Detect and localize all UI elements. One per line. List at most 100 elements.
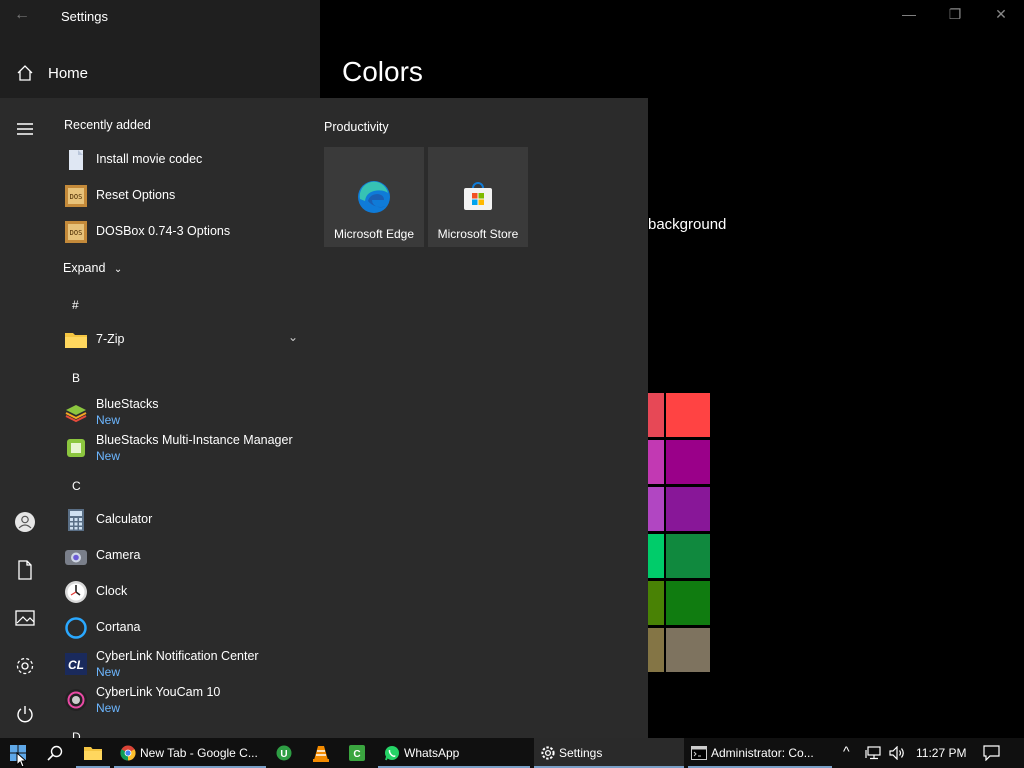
- list-item[interactable]: Cortana: [50, 610, 312, 646]
- list-item[interactable]: Camera: [50, 538, 312, 574]
- new-badge: New: [96, 449, 121, 463]
- restore-button[interactable]: ❐: [940, 6, 970, 26]
- folder-icon: [65, 333, 87, 348]
- pictures-icon[interactable]: [14, 607, 36, 629]
- app-list: Recently added Install movie codec DOS R…: [50, 98, 312, 738]
- color-swatch[interactable]: [666, 440, 710, 484]
- color-swatch[interactable]: [666, 534, 710, 578]
- taskbar-label: WhatsApp: [404, 746, 460, 760]
- file-explorer-button[interactable]: [76, 738, 110, 768]
- expand-label: Expand: [63, 261, 106, 275]
- settings-home-item[interactable]: Home: [0, 58, 320, 88]
- edge-icon: [358, 181, 390, 213]
- dosbox-icon: DOS: [65, 221, 87, 243]
- app-name: CyberLink YouCam 10: [96, 685, 221, 699]
- taskbar-camtasia[interactable]: C: [340, 738, 374, 768]
- letter-header[interactable]: #: [72, 298, 79, 312]
- search-button[interactable]: [38, 738, 72, 768]
- volume-button[interactable]: [886, 738, 908, 768]
- gear-icon[interactable]: [14, 655, 36, 677]
- home-icon: [17, 65, 33, 81]
- expand-button[interactable]: Expand ⌄: [63, 259, 122, 277]
- start-rail: [0, 98, 50, 738]
- cyberlink-youcam-icon: [65, 689, 87, 711]
- color-swatch[interactable]: [666, 581, 710, 625]
- background-setting-text: background: [648, 216, 727, 233]
- home-label: Home: [48, 65, 89, 82]
- recently-added-header: Recently added: [64, 118, 151, 132]
- hamburger-menu-icon[interactable]: [14, 118, 36, 140]
- taskbar-whatsapp[interactable]: WhatsApp: [378, 738, 530, 768]
- taskbar-chrome[interactable]: New Tab - Google C...: [114, 738, 266, 768]
- speaker-icon: [889, 746, 904, 760]
- svg-text:U: U: [280, 749, 287, 760]
- color-swatch[interactable]: [666, 487, 710, 531]
- bluestacks-multi-instance-icon: [67, 439, 85, 457]
- list-item[interactable]: Calculator: [50, 502, 312, 538]
- app-name: Cortana: [96, 620, 141, 634]
- documents-icon[interactable]: [14, 559, 36, 581]
- list-item[interactable]: CyberLink YouCam 10 New: [50, 682, 312, 718]
- app-name: Install movie codec: [96, 152, 203, 166]
- upwork-icon: U: [276, 745, 292, 761]
- list-item[interactable]: Clock: [50, 574, 312, 610]
- camera-icon: [65, 550, 87, 565]
- new-badge: New: [96, 413, 121, 427]
- taskbar-vlc[interactable]: [304, 738, 338, 768]
- chrome-icon: [120, 745, 136, 761]
- page-title: Colors: [342, 56, 423, 87]
- letter-header[interactable]: B: [72, 371, 80, 385]
- tiles-area: Productivity Microsoft Edge Microsoft St…: [320, 98, 648, 738]
- list-item[interactable]: Install movie codec: [50, 142, 312, 178]
- power-icon[interactable]: [14, 703, 36, 725]
- new-badge: New: [96, 701, 121, 715]
- taskbar-clock[interactable]: 11:27 PM: [916, 746, 966, 760]
- letter-header[interactable]: C: [72, 479, 81, 493]
- user-account-icon[interactable]: [14, 511, 36, 533]
- tile-microsoft-store[interactable]: Microsoft Store: [428, 147, 528, 247]
- taskbar-settings[interactable]: Settings: [534, 738, 684, 768]
- chevron-down-icon: ⌄: [113, 264, 123, 275]
- action-center-button[interactable]: [978, 738, 1006, 768]
- app-name: BlueStacks Multi-Instance Manager: [96, 433, 293, 447]
- vlc-icon: [313, 746, 329, 762]
- chevron-down-icon[interactable]: ⌄: [288, 330, 298, 344]
- list-item[interactable]: CL CyberLink Notification Center New: [50, 646, 312, 682]
- app-name: 7-Zip: [96, 332, 125, 346]
- app-name: Clock: [96, 584, 128, 598]
- tile-label: Microsoft Store: [437, 227, 519, 241]
- cyberlink-notification-icon: CL: [65, 653, 87, 675]
- list-item[interactable]: DOS Reset Options: [50, 178, 312, 214]
- new-badge: New: [96, 665, 121, 679]
- clock-icon: [65, 581, 87, 603]
- minimize-button[interactable]: —: [894, 6, 924, 26]
- list-item[interactable]: DOS DOSBox 0.74-3 Options: [50, 214, 312, 250]
- taskbar-upwork[interactable]: U: [268, 738, 302, 768]
- list-item[interactable]: 7-Zip ⌄: [50, 322, 312, 358]
- document-icon: [69, 150, 83, 170]
- network-button[interactable]: [862, 738, 884, 768]
- list-item[interactable]: BlueStacks Multi-Instance Manager New: [50, 430, 312, 466]
- list-item[interactable]: BlueStacks New: [50, 394, 312, 430]
- tile-group-label[interactable]: Productivity: [324, 120, 389, 134]
- tile-microsoft-edge[interactable]: Microsoft Edge: [324, 147, 424, 247]
- whatsapp-icon: [385, 746, 399, 761]
- color-swatch[interactable]: [666, 393, 710, 437]
- show-hidden-icons-button[interactable]: ^: [840, 738, 860, 768]
- taskbar-label: New Tab - Google C...: [140, 746, 258, 760]
- close-button[interactable]: ✕: [986, 6, 1016, 26]
- back-arrow-icon[interactable]: ←: [14, 6, 30, 24]
- app-name: Reset Options: [96, 188, 176, 202]
- folder-icon: [84, 747, 102, 760]
- color-swatch[interactable]: [666, 628, 710, 672]
- letter-header[interactable]: D: [72, 730, 81, 738]
- mouse-cursor-icon: [16, 752, 27, 768]
- calculator-icon: [68, 509, 84, 531]
- store-icon: [464, 182, 492, 210]
- start-button[interactable]: [0, 738, 36, 768]
- taskbar-command-prompt[interactable]: Administrator: Co...: [688, 738, 832, 768]
- svg-text:DOS: DOS: [70, 193, 83, 201]
- app-name: DOSBox 0.74-3 Options: [96, 224, 231, 238]
- app-name: BlueStacks: [96, 397, 159, 411]
- tile-label: Microsoft Edge: [333, 227, 415, 241]
